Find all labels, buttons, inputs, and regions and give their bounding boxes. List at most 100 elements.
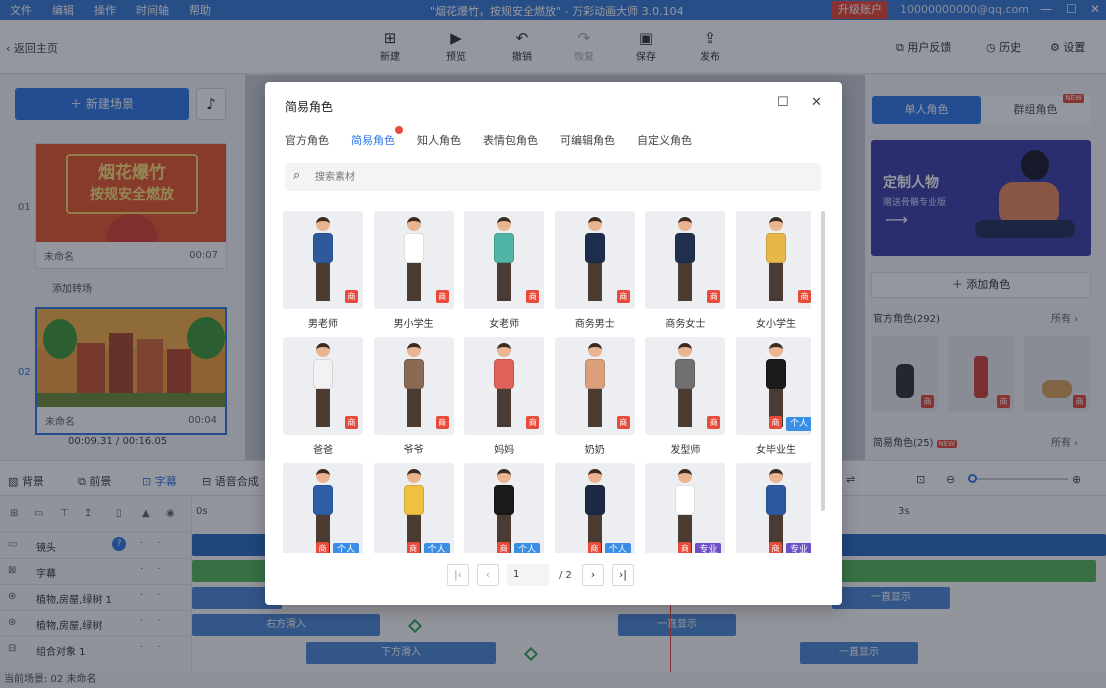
tab-emoji-role[interactable]: 表情包角色 [483,132,538,152]
character-card[interactable]: 个人商 [373,463,454,553]
character-card[interactable]: 商爷爷 [373,337,454,456]
first-page-button[interactable]: |‹ [447,564,469,586]
maximize-icon[interactable]: ☐ [777,95,789,110]
figure-torso [675,485,696,515]
figure-legs [769,263,783,301]
commercial-badge: 商 [707,290,721,303]
figure-head [316,343,330,357]
pagination: |‹ ‹ 1 / 2 › ›| [447,564,642,586]
figure-torso [766,359,786,389]
figure-legs [316,263,330,301]
character-label: 奶奶 [584,445,605,456]
role-category-tabs: 官方角色 简易角色 知人角色 表情包角色 可编辑角色 自定义角色 [285,126,714,152]
prev-page-button[interactable]: ‹ [477,564,499,586]
figure-torso [494,359,515,389]
character-card[interactable]: 专业商 [736,463,811,553]
commercial-badge: 商 [616,290,630,303]
personal-tag: 个人 [423,543,450,553]
character-label: 商务男士 [574,319,615,330]
tab-official-role[interactable]: 官方角色 [285,132,329,152]
personal-tag: 个人 [785,417,811,431]
commercial-badge: 商 [587,542,601,553]
figure-head [316,217,330,231]
commercial-badge: 商 [406,542,420,553]
commercial-badge: 商 [345,416,358,429]
figure-head [497,343,512,357]
figure-head [497,217,512,231]
character-thumbnail: 商 [554,211,635,309]
personal-tag: 个人 [604,543,631,553]
tab-editable-role[interactable]: 可编辑角色 [560,132,615,152]
grid-scrollbar[interactable] [821,211,825,511]
figure-legs [316,389,330,427]
character-thumbnail: 个人商 [373,463,454,553]
commercial-badge: 商 [769,542,782,553]
character-grid: 商男老师商男小学生商女老师商商务男士商商务女士商女小学生商爸爸商爷爷商妈妈商奶奶… [283,211,811,553]
character-card[interactable]: 商女老师 [464,211,545,330]
tab-custom-role[interactable]: 自定义角色 [637,132,692,152]
character-label: 女老师 [489,319,520,330]
commercial-badge: 商 [345,290,358,303]
figure-torso [766,233,786,263]
commercial-badge: 商 [526,416,540,429]
tab-known-role[interactable]: 知人角色 [417,132,461,152]
character-card[interactable]: 个人商 [283,463,363,553]
figure-head [678,217,693,231]
figure-torso [584,233,605,263]
character-card[interactable]: 个人商女毕业生 [736,337,811,456]
figure-head [406,469,421,483]
character-card[interactable]: 商奶奶 [554,337,635,456]
character-card[interactable]: 商女小学生 [736,211,811,330]
character-label: 女毕业生 [756,445,796,456]
character-card[interactable]: 商男小学生 [373,211,454,330]
figure-torso [584,359,605,389]
dialog-title: 简易角色 [285,100,334,114]
character-card[interactable]: 专业商 [645,463,726,553]
character-label: 妈妈 [494,445,515,456]
character-card[interactable]: 个人商 [464,463,545,553]
next-page-button[interactable]: › [581,564,604,586]
personal-tag: 个人 [332,543,359,553]
commercial-badge: 商 [526,290,540,303]
character-card[interactable]: 商爸爸 [283,337,363,456]
last-page-button[interactable]: ›| [611,564,634,586]
figure-torso [675,233,696,263]
character-card[interactable]: 商商务男士 [554,211,635,330]
figure-torso [766,485,786,515]
character-card[interactable]: 商商务女士 [645,211,726,330]
figure-head [587,217,602,231]
character-thumbnail: 商 [645,337,726,435]
character-card[interactable]: 商发型师 [645,337,726,456]
figure-torso [675,359,696,389]
tab-simple-label: 简易角色 [351,134,395,147]
figure-torso [403,233,424,263]
commercial-badge: 商 [435,416,449,429]
figure-head [316,469,330,483]
figure-legs [406,389,421,427]
figure-head [497,469,512,483]
tab-simple-role[interactable]: 简易角色 [351,126,403,152]
search-box: ⌕ [285,163,821,191]
pro-tag: 专业 [695,543,722,553]
search-input[interactable] [315,167,795,187]
commercial-badge: 商 [798,290,811,303]
commercial-badge: 商 [497,542,511,553]
character-label: 男老师 [308,319,338,330]
character-card[interactable]: 商男老师 [283,211,363,330]
figure-torso [494,485,515,515]
character-thumbnail: 个人商 [736,337,811,435]
character-thumbnail: 商 [283,211,363,309]
search-icon: ⌕ [293,168,301,183]
page-input[interactable]: 1 [507,564,549,586]
character-card[interactable]: 商妈妈 [464,337,545,456]
character-thumbnail: 商 [283,337,363,435]
commercial-badge: 商 [316,542,329,553]
character-card[interactable]: 个人商 [554,463,635,553]
figure-head [769,217,783,231]
figure-head [406,217,421,231]
close-icon[interactable]: ✕ [811,95,822,110]
notification-dot [395,126,403,134]
figure-head [769,469,783,483]
figure-torso [494,233,515,263]
figure-head [678,469,693,483]
